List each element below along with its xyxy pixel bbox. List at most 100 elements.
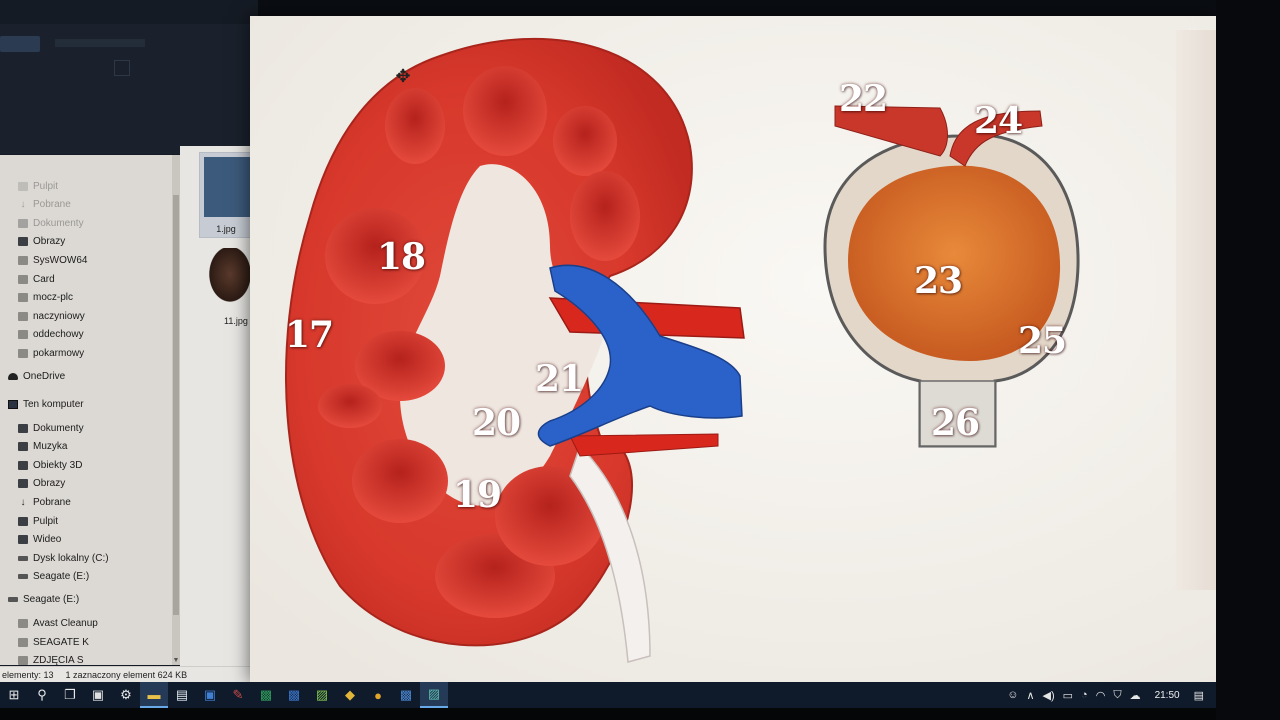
selection-info: 1 zaznaczony element 624 KB <box>65 669 188 680</box>
file-explorer-app[interactable]: ▬ <box>140 682 168 708</box>
explorer-ribbon <box>0 24 258 154</box>
nav-item[interactable]: mocz-plc <box>18 289 73 307</box>
nav-item[interactable]: ZDJĘCIA S <box>18 652 84 665</box>
explorer-status-bar: elementy: 13 1 zaznaczony element 624 KB <box>0 666 258 682</box>
file-explorer-window: Pulpit✦↓Pobrane✦Dokumenty✦Obrazy✦SysWOW6… <box>0 0 258 682</box>
nav-item[interactable]: Card✦ <box>18 270 55 288</box>
nav-item[interactable]: Dokumenty✦ <box>18 214 84 232</box>
task-view-icon: ❐ <box>64 687 76 702</box>
scrollbar-thumb[interactable] <box>173 195 179 615</box>
notifications-icon[interactable]: ▤ <box>1194 689 1204 702</box>
search-button[interactable]: ⚲ <box>28 682 56 708</box>
nav-item-label: Obrazy <box>33 236 66 248</box>
file-explorer-icon: ▬ <box>147 686 161 702</box>
label-20: 20 <box>472 402 521 444</box>
navigation-scrollbar[interactable]: ▼ <box>172 155 180 665</box>
nav-item[interactable]: Obrazy✦ <box>18 233 65 251</box>
nav-item[interactable]: Dysk lokalny (C:) <box>18 549 109 567</box>
file-list: 1.jpg 11.jpg <box>180 146 258 666</box>
nav-item[interactable]: oddechowy <box>18 326 84 344</box>
folder-icon <box>18 181 28 191</box>
battery-icon[interactable]: ▭ <box>1063 689 1073 702</box>
nav-item[interactable]: ↓Pobrane✦ <box>18 196 71 214</box>
note-app[interactable]: ◆ <box>336 682 364 708</box>
image-viewer: 17 18 19 20 21 22 23 24 25 26 ✥ <box>250 16 1216 682</box>
nav-item-label: Dokumenty <box>33 217 84 229</box>
photos-app[interactable]: ▨ <box>308 682 336 708</box>
cloud-icon[interactable]: ☁ <box>1130 689 1141 702</box>
nav-item[interactable]: naczyniowy <box>18 307 85 325</box>
nav-item[interactable]: ↓ Pobrane <box>18 493 71 511</box>
volume-icon[interactable]: ◀) <box>1043 689 1055 702</box>
monitor-bezel-bottom <box>0 708 1280 720</box>
search-icon: ⚲ <box>37 687 47 702</box>
paint-icon: ✎ <box>232 687 244 702</box>
nav-item-label: oddechowy <box>33 329 84 341</box>
start-button[interactable]: ⊞ <box>0 682 28 708</box>
word-app[interactable]: ▩ <box>280 682 308 708</box>
nav-item[interactable]: OneDrive <box>8 367 65 385</box>
documents-icon <box>18 423 28 433</box>
ribbon-checkbox[interactable] <box>114 60 130 76</box>
folder-icon <box>18 311 28 321</box>
folder-icon <box>18 274 28 284</box>
nav-item-label: Dokumenty <box>33 422 84 434</box>
taskbar-items: ⊞ ⚲ ❐ ▣ ⚙ ▬ ▤ ▣ ✎ ▩ ▩ ▨ ◆ ● ▩ ▨ <box>0 682 448 708</box>
save-app[interactable]: ▣ <box>196 682 224 708</box>
label-24: 24 <box>974 100 1023 142</box>
nav-item-label: mocz-plc <box>33 292 74 304</box>
nav-item[interactable]: Pulpit✦ <box>18 177 58 195</box>
nav-item[interactable]: Obiekty 3D <box>18 456 82 474</box>
nav-item[interactable]: Obrazy <box>18 475 65 493</box>
drive-icon <box>18 555 28 561</box>
label-17: 17 <box>285 314 334 356</box>
file-thumbnail[interactable]: 1.jpg <box>199 152 253 238</box>
store-app[interactable]: ▣ <box>84 682 112 708</box>
network-icon[interactable]: ◔ <box>1081 689 1088 701</box>
nav-item[interactable]: Dokumenty <box>18 419 84 437</box>
nav-item-label: naczyniowy <box>33 310 85 322</box>
image-thumbnail-icon <box>204 157 250 217</box>
ribbon-tab[interactable] <box>0 36 40 52</box>
label-21: 21 <box>535 358 584 400</box>
paint-app[interactable]: ✎ <box>224 682 252 708</box>
folder-icon <box>18 656 28 665</box>
nav-item-label: Ten komputer <box>23 398 84 410</box>
start-icon: ⊞ <box>8 687 20 702</box>
nav-item[interactable]: Wideo <box>18 531 61 549</box>
nav-item[interactable]: Seagate (E:) <box>18 568 89 586</box>
nav-item-label: SEAGATE K <box>33 636 89 648</box>
nav-item[interactable]: Ten komputer <box>8 395 84 413</box>
objects-3d-icon <box>18 460 28 470</box>
nav-item-label: Dysk lokalny (C:) <box>33 552 109 564</box>
nav-item[interactable]: Seagate (E:) <box>8 590 79 608</box>
shield-icon[interactable]: ⛉ <box>1113 689 1121 702</box>
notepad-app[interactable]: ▤ <box>168 682 196 708</box>
renal-pyramid <box>318 384 382 428</box>
renal-pyramid <box>463 66 547 156</box>
navigation-pane: Pulpit✦↓Pobrane✦Dokumenty✦Obrazy✦SysWOW6… <box>0 155 172 665</box>
video-icon <box>18 535 28 545</box>
computer-icon <box>8 399 18 409</box>
excel-app[interactable]: ▩ <box>252 682 280 708</box>
chrome-app[interactable]: ● <box>364 682 392 708</box>
task-view-button[interactable]: ❐ <box>56 682 84 708</box>
photo-viewer-app[interactable]: ▨ <box>420 682 448 708</box>
nav-item[interactable]: Muzyka <box>18 438 67 456</box>
nav-item[interactable]: Avast Cleanup <box>18 614 98 632</box>
people-icon[interactable]: ☺ <box>1007 689 1018 701</box>
wifi-icon[interactable]: ◠ <box>1096 689 1106 702</box>
drive-icon <box>8 596 18 602</box>
nav-item-label: Wideo <box>33 534 62 546</box>
outlook-app[interactable]: ▩ <box>392 682 420 708</box>
nav-item[interactable]: SEAGATE K <box>18 633 89 651</box>
nav-item[interactable]: SysWOW64✦ <box>18 251 87 269</box>
nav-item[interactable]: pokarmowy <box>18 344 84 362</box>
chevron-up-icon[interactable]: ∧ <box>1026 689 1034 702</box>
nav-item[interactable]: Pulpit <box>18 512 58 530</box>
nav-item-label: Avast Cleanup <box>33 617 98 629</box>
scroll-down-arrow-icon[interactable]: ▼ <box>172 657 180 665</box>
label-25: 25 <box>1018 320 1067 362</box>
settings-app[interactable]: ⚙ <box>112 682 140 708</box>
clock[interactable]: 21:50 <box>1155 690 1180 701</box>
